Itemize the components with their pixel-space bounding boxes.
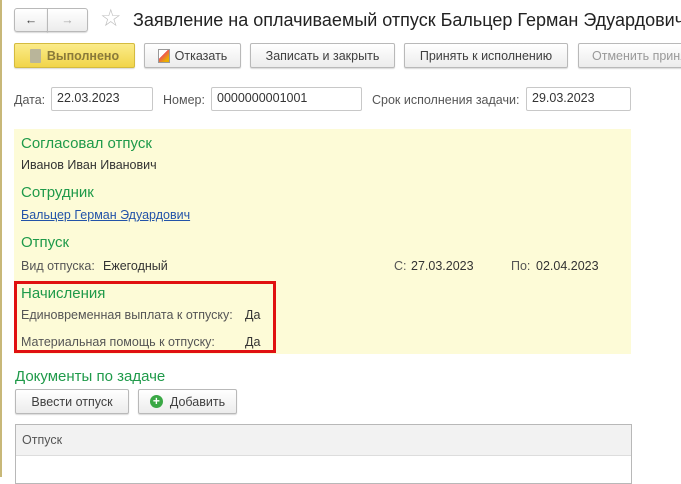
add-button[interactable]: + Добавить [138,389,237,414]
back-button[interactable]: ← [14,8,48,32]
favorite-star-icon[interactable]: ☆ [100,4,122,33]
deadline-field[interactable]: 29.03.2023 [526,87,631,111]
documents-table[interactable]: Отпуск [15,424,632,484]
add-icon: + [149,395,163,408]
enter-vacation-button[interactable]: Ввести отпуск [15,389,129,414]
to-label: По: [511,259,531,273]
to-date: 02.04.2023 [536,259,599,273]
from-date: 27.03.2023 [411,259,474,273]
refuse-button[interactable]: Отказать [144,43,241,68]
vacation-type: Ежегодный [103,259,168,273]
forward-button[interactable]: → [47,8,88,32]
cancel-accept-button[interactable]: Отменить принятие [578,43,681,68]
date-field[interactable]: 22.03.2023 [51,87,153,111]
lump-value: Да [245,308,261,322]
approved-heading: Согласовал отпуск [21,135,152,152]
refuse-icon [157,48,170,63]
accept-button[interactable]: Принять к исполнению [404,43,568,68]
vacation-type-label: Вид отпуска: [21,259,95,273]
approved-by: Иванов Иван Иванович [21,158,157,172]
save-close-button[interactable]: Записать и закрыть [250,43,395,68]
aid-label: Материальная помощь к отпуску: [21,335,215,349]
accruals-heading: Начисления [21,285,106,302]
employee-link[interactable]: Бальцер Герман Эдуардович [21,208,190,222]
column-header-vacation[interactable]: Отпуск [16,425,631,456]
aid-value: Да [245,335,261,349]
vacation-heading: Отпуск [21,234,70,251]
number-label: Номер: [163,93,205,107]
from-label: С: [394,259,407,273]
task-done-icon [29,48,41,63]
done-button[interactable]: Выполнено [14,43,135,68]
date-label: Дата: [14,93,46,107]
employee-heading: Сотрудник [21,184,94,201]
deadline-label: Срок исполнения задачи: [372,93,520,107]
number-field[interactable]: 0000000001001 [211,87,362,111]
documents-heading: Документы по задаче [15,368,166,385]
lump-label: Единовременная выплата к отпуску: [21,308,233,322]
page-title: Заявление на оплачиваемый отпуск Бальцер… [133,10,681,30]
